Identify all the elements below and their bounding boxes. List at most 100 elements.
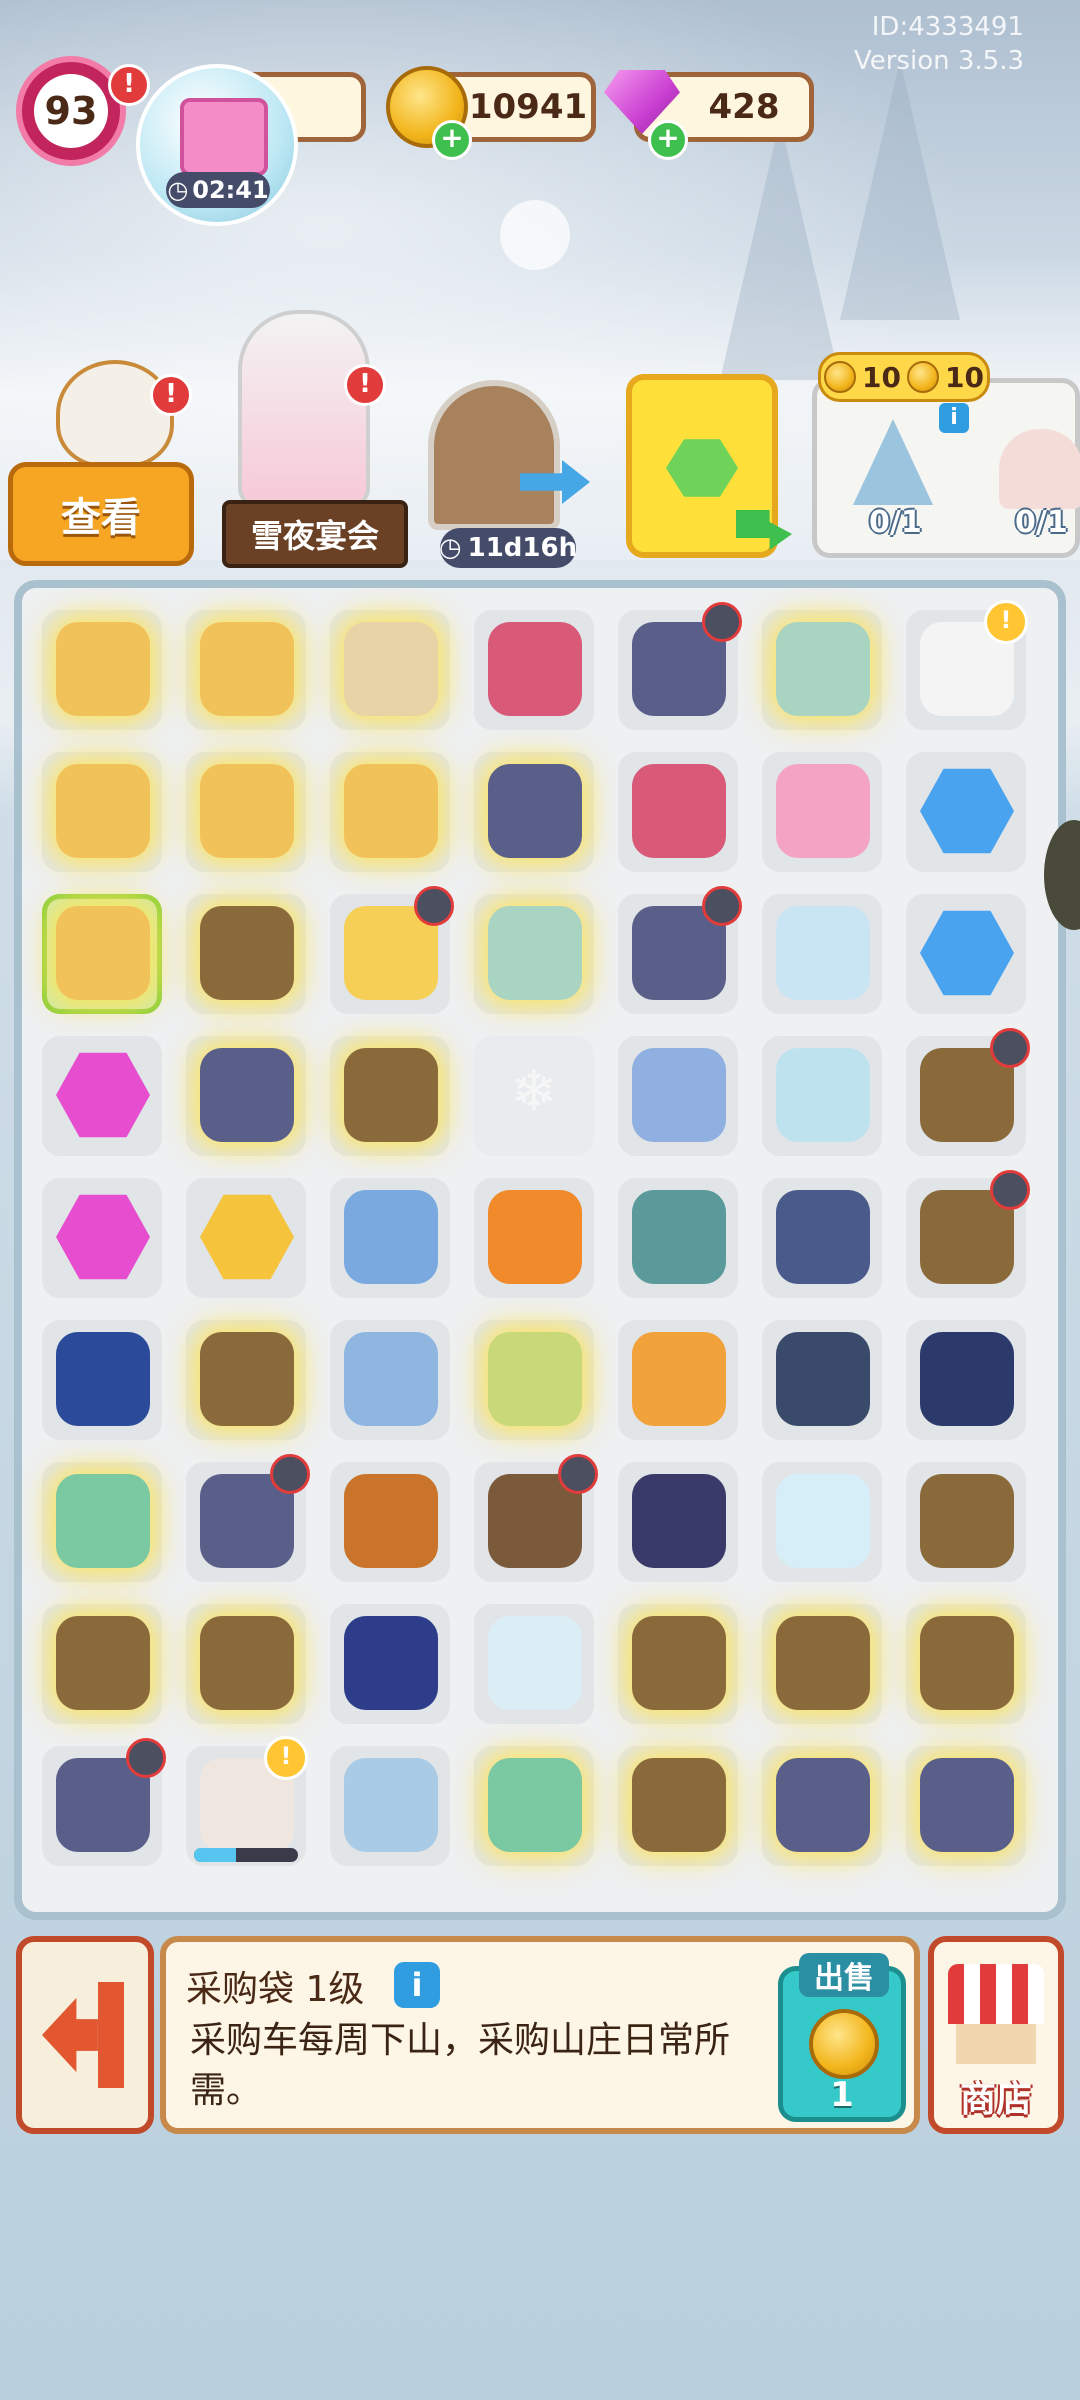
board-cell[interactable] — [186, 610, 306, 730]
board-cell[interactable] — [474, 1604, 594, 1724]
board-cell[interactable] — [186, 752, 306, 872]
cooldown-clock-icon — [990, 1170, 1030, 1210]
board-cell[interactable] — [42, 610, 162, 730]
board-cell[interactable] — [42, 1604, 162, 1724]
exit-button[interactable] — [16, 1936, 154, 2134]
village-item-icon — [488, 1332, 582, 1426]
shop-label: 商店 — [959, 2079, 1032, 2120]
player-id: ID:4333491 — [871, 12, 1024, 42]
board-cell[interactable] — [906, 1604, 1026, 1724]
bunny-character[interactable] — [238, 310, 370, 508]
cooldown-clock-icon — [414, 886, 454, 926]
board-cell[interactable] — [42, 1462, 162, 1582]
add-gems-icon[interactable]: + — [648, 120, 688, 160]
board-cell[interactable] — [330, 1320, 450, 1440]
add-coins-icon[interactable]: + — [432, 120, 472, 160]
calendar-item-icon — [632, 764, 726, 858]
board-cell[interactable] — [474, 752, 594, 872]
shop-button[interactable]: 商店 — [928, 1936, 1064, 2134]
charge-progress-fill — [194, 1848, 236, 1862]
board-cell[interactable] — [618, 886, 742, 1014]
board-cell[interactable] — [186, 1036, 306, 1156]
board-cell[interactable] — [42, 1036, 162, 1156]
board-cell[interactable] — [906, 894, 1026, 1014]
board-cell[interactable] — [906, 752, 1026, 872]
board-cell[interactable] — [186, 1604, 306, 1724]
fire-item-icon — [632, 1616, 726, 1710]
board-cell[interactable] — [474, 1746, 594, 1866]
board-cell[interactable]: ! — [186, 1736, 308, 1866]
hexblue-item-icon — [920, 910, 1014, 996]
board-cell[interactable] — [618, 752, 738, 872]
order-info-icon[interactable]: i — [939, 403, 969, 433]
coin-icon — [824, 361, 857, 393]
board-cell[interactable] — [618, 1746, 738, 1866]
board-cell[interactable] — [42, 1320, 162, 1440]
jar-item-icon — [200, 622, 294, 716]
version-text: Version 3.5.3 — [853, 46, 1024, 76]
board-cell[interactable] — [618, 602, 742, 730]
board-cell[interactable] — [42, 894, 162, 1014]
board-cell[interactable] — [474, 1320, 594, 1440]
camp-item-icon — [632, 1332, 726, 1426]
level-badge[interactable]: 93 — [16, 56, 126, 166]
hexgold-item-icon — [200, 1194, 294, 1280]
board-cell[interactable] — [906, 1320, 1026, 1440]
board-cell[interactable] — [762, 610, 882, 730]
board-cell[interactable] — [762, 1036, 882, 1156]
board-cell[interactable] — [186, 894, 306, 1014]
board-cell[interactable] — [762, 1746, 882, 1866]
board-cell[interactable] — [762, 1178, 882, 1298]
board-cell[interactable] — [762, 1604, 882, 1724]
door-icon[interactable] — [428, 380, 560, 530]
board-cell[interactable] — [762, 1462, 882, 1582]
event-gift-bubble[interactable]: ◷ 02:41 — [136, 64, 298, 226]
item-info-icon[interactable]: i — [394, 1962, 440, 2008]
board-cell[interactable]: ❄ — [474, 1036, 594, 1156]
item-title: 采购袋 1级 — [186, 1969, 365, 2010]
board-cell[interactable] — [618, 1178, 738, 1298]
board-cell[interactable] — [906, 1028, 1030, 1156]
board-cell[interactable] — [186, 1454, 310, 1582]
event-sign[interactable]: 雪夜宴会 — [222, 500, 408, 568]
item-info-panel: 采购袋 1级 i 采购车每周下山，采购山庄日常所需。 出售 1 — [160, 1936, 920, 2134]
board-cell[interactable] — [618, 1604, 738, 1724]
board-cell[interactable] — [618, 1036, 738, 1156]
sell-button[interactable]: 出售 1 — [778, 1953, 906, 2122]
event-timer-text: 02:41 — [192, 176, 269, 204]
board-cell[interactable] — [42, 1738, 166, 1866]
board-cell[interactable] — [330, 1462, 450, 1582]
board-cell[interactable]: ! — [906, 600, 1028, 730]
board-cell[interactable] — [42, 1178, 162, 1298]
snowman-icon — [500, 200, 570, 270]
board-cell[interactable] — [762, 1320, 882, 1440]
board-cell[interactable] — [474, 610, 594, 730]
board-cell[interactable] — [330, 1604, 450, 1724]
view-button[interactable]: 查看 — [8, 462, 194, 566]
level-value: 93 — [34, 74, 108, 148]
board-cell[interactable] — [474, 894, 594, 1014]
board-cell[interactable] — [186, 1178, 306, 1298]
board-cell[interactable] — [906, 1462, 1026, 1582]
board-cell[interactable] — [330, 1178, 450, 1298]
board-cell[interactable] — [618, 1320, 738, 1440]
board-cell[interactable] — [330, 610, 450, 730]
board-cell[interactable] — [474, 1454, 598, 1582]
board-cell[interactable] — [330, 1746, 450, 1866]
board-cell[interactable] — [330, 886, 454, 1014]
pot-item-icon — [488, 1190, 582, 1284]
fire-item-icon — [776, 1616, 870, 1710]
board-cell[interactable] — [906, 1746, 1026, 1866]
board-cell[interactable] — [42, 752, 162, 872]
board-cell[interactable] — [762, 752, 882, 872]
board-cell[interactable] — [474, 1178, 594, 1298]
board-cell[interactable] — [330, 1036, 450, 1156]
duck-character[interactable] — [56, 360, 174, 468]
board-cell[interactable] — [906, 1170, 1030, 1298]
board-cell[interactable] — [330, 752, 450, 872]
door-frame-icon — [98, 1982, 124, 2088]
board-cell[interactable] — [618, 1462, 738, 1582]
board-cell[interactable] — [762, 894, 882, 1014]
board-cell[interactable] — [186, 1320, 306, 1440]
order-panel[interactable]: 0/1 0/1 i — [812, 378, 1080, 558]
